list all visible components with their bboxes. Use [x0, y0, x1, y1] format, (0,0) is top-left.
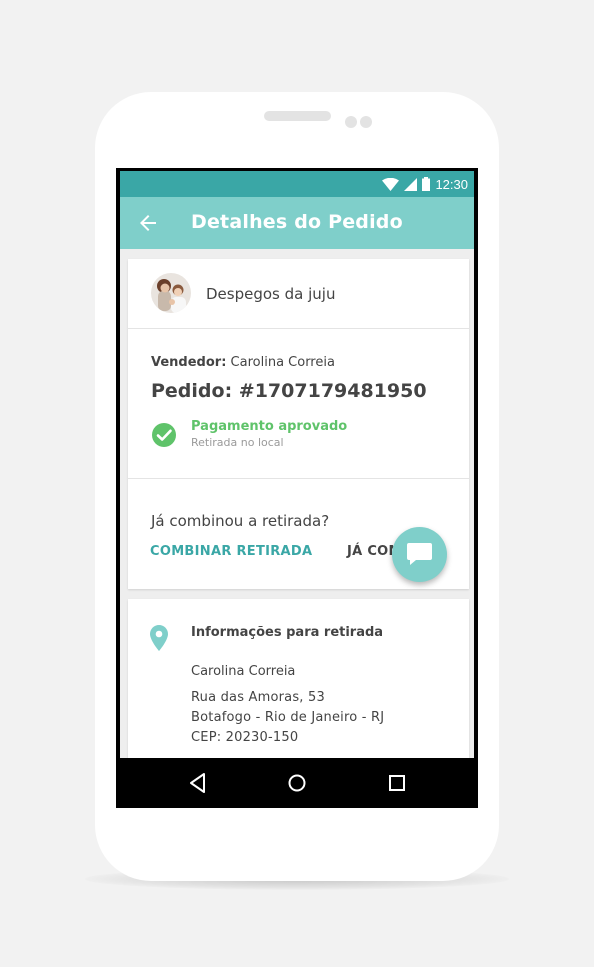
app-bar: Detalhes do Pedido [120, 197, 474, 249]
store-row[interactable]: Despegos da juju [128, 259, 469, 329]
status-time: 12:30 [435, 176, 468, 192]
phone-sensor [345, 116, 357, 128]
vendor-name: Carolina Correia [230, 355, 335, 370]
status-bar: 12:30 [120, 171, 474, 197]
location-pin-icon [150, 625, 168, 651]
phone-camera [360, 116, 372, 128]
divider [128, 478, 469, 479]
chat-icon [407, 543, 432, 565]
nav-recents-icon[interactable] [385, 771, 409, 795]
store-avatar[interactable] [151, 273, 191, 313]
chat-fab-button[interactable] [392, 527, 447, 582]
order-details-content[interactable]: Despegos da juju Vendedor: Carolina Corr… [120, 249, 474, 758]
vendor-info: Vendedor: Carolina Correia [151, 355, 335, 370]
delivery-mode: Retirada no local [191, 436, 284, 449]
pickup-question: Já combinou a retirada? [151, 512, 330, 530]
phone-speaker [264, 111, 331, 121]
nav-home-icon[interactable] [285, 771, 309, 795]
payment-status: Pagamento aprovado [191, 419, 348, 434]
battery-icon [422, 177, 431, 191]
address-line-1: Rua das Amoras, 53 [191, 690, 325, 705]
store-name: Despegos da juju [206, 285, 336, 303]
system-nav-bar [116, 758, 478, 808]
signal-icon [404, 177, 418, 191]
back-arrow-icon[interactable] [136, 211, 160, 235]
vendor-label: Vendedor: [151, 355, 227, 370]
page-title: Detalhes do Pedido [191, 211, 403, 233]
pickup-contact-name: Carolina Correia [191, 664, 296, 679]
combine-pickup-button[interactable]: COMBINAR RETIRADA [150, 544, 312, 559]
pickup-info-card: Informações para retirada Carolina Corre… [128, 599, 469, 758]
order-number: Pedido: #1707179481950 [151, 380, 427, 402]
nav-back-icon[interactable] [186, 771, 210, 795]
wifi-icon [382, 177, 400, 191]
phone-screen: 12:30 Detalhes do Pedido Despegos da juj… [116, 168, 478, 808]
pickup-info-title: Informações para retirada [191, 625, 384, 640]
check-circle-icon [152, 423, 176, 447]
address-line-3: CEP: 20230-150 [191, 730, 299, 745]
address-line-2: Botafogo - Rio de Janeiro - RJ [191, 710, 385, 725]
